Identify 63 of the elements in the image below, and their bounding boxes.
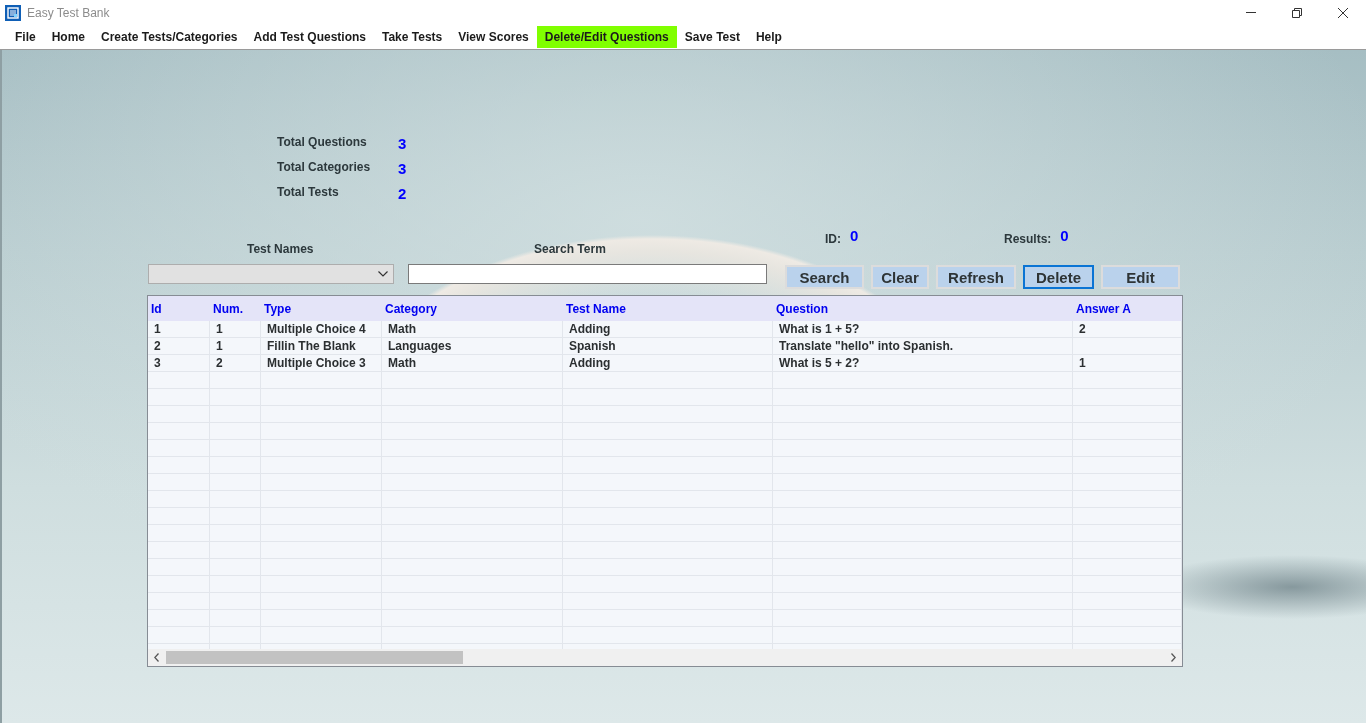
table-cell-text: 2 bbox=[215, 355, 224, 372]
table-cell-text: Fillin The Blank bbox=[266, 338, 357, 355]
chevron-left-icon[interactable] bbox=[154, 653, 159, 662]
table-cell-text: What is 5 + 2? bbox=[778, 355, 861, 372]
table-cell-text: Math bbox=[387, 321, 417, 338]
menu-item[interactable]: Delete/Edit Questions bbox=[536, 26, 677, 48]
app-logo-icon bbox=[5, 4, 21, 21]
chevron-down-icon bbox=[378, 271, 388, 277]
table-cell-text: 1 bbox=[215, 338, 224, 355]
counter-label: ID: bbox=[825, 231, 841, 247]
column-header[interactable]: Id bbox=[148, 301, 210, 316]
menu-item[interactable]: Add Test Questions bbox=[245, 26, 374, 48]
search-field[interactable] bbox=[408, 264, 767, 284]
table-cell-text: 2 bbox=[1078, 321, 1087, 338]
action-button[interactable]: Refresh bbox=[936, 265, 1016, 289]
stat-label: Total Categories bbox=[277, 159, 371, 175]
counter-value: 0 bbox=[1060, 228, 1069, 244]
stat-value: 2 bbox=[398, 186, 407, 202]
column-header[interactable]: Category bbox=[382, 301, 563, 316]
menu-item[interactable]: View Scores bbox=[450, 26, 537, 48]
test-names-label: Test Names bbox=[247, 241, 314, 257]
table-cell-text: 1 bbox=[215, 321, 224, 338]
column-header[interactable]: Answer A bbox=[1073, 301, 1182, 316]
column-header[interactable]: Test Name bbox=[563, 301, 773, 316]
table-cell-text: 1 bbox=[153, 321, 162, 338]
table-cell-text: Multiple Choice 3 bbox=[266, 355, 367, 372]
table-cell-text: 2 bbox=[153, 338, 162, 355]
action-button[interactable]: Search bbox=[785, 265, 864, 289]
restore-icon[interactable] bbox=[1292, 7, 1302, 18]
action-button[interactable]: Edit bbox=[1101, 265, 1180, 289]
stat-value: 3 bbox=[398, 161, 407, 177]
close-icon[interactable] bbox=[1338, 7, 1348, 18]
table-cell-text: Languages bbox=[387, 338, 453, 355]
table-cell-text: 1 bbox=[1078, 355, 1087, 372]
window-title: Easy Test Bank bbox=[27, 5, 110, 20]
stat-label: Total Questions bbox=[277, 134, 367, 150]
table-cell-text: Multiple Choice 4 bbox=[266, 321, 367, 338]
menu-item[interactable]: File bbox=[7, 26, 44, 48]
scrollbar-thumb[interactable] bbox=[166, 651, 463, 664]
action-button[interactable]: Clear bbox=[871, 265, 929, 289]
counter-label: Results: bbox=[1004, 231, 1052, 247]
menu-item[interactable]: Help bbox=[747, 26, 790, 48]
stat-label: Total Tests bbox=[277, 184, 339, 200]
table-cell-text: What is 1 + 5? bbox=[778, 321, 861, 338]
menu-item[interactable]: Save Test bbox=[676, 26, 748, 48]
counter-value: 0 bbox=[850, 228, 859, 244]
table-cell-text: Adding bbox=[568, 355, 612, 372]
table-cell-text: Spanish bbox=[568, 338, 617, 355]
column-header[interactable]: Num. bbox=[210, 301, 261, 316]
chevron-right-icon[interactable] bbox=[1171, 653, 1176, 662]
menu-item[interactable]: Take Tests bbox=[373, 26, 451, 48]
menu-item[interactable]: Home bbox=[43, 26, 93, 48]
table-cell-text: 3 bbox=[153, 355, 162, 372]
menu-item[interactable]: Create Tests/Categories bbox=[93, 26, 246, 48]
search-term-label: Search Term bbox=[534, 241, 606, 257]
horizontal-scrollbar[interactable] bbox=[148, 649, 1182, 666]
column-header[interactable]: Type bbox=[261, 301, 382, 316]
table-cell-text: Adding bbox=[568, 321, 612, 338]
table-cell-text: Translate "hello" into Spanish. bbox=[778, 338, 955, 355]
stat-value: 3 bbox=[398, 136, 407, 152]
column-header[interactable]: Question bbox=[773, 301, 1073, 316]
action-button[interactable]: Delete bbox=[1023, 265, 1094, 289]
table-cell-text: Math bbox=[387, 355, 417, 372]
